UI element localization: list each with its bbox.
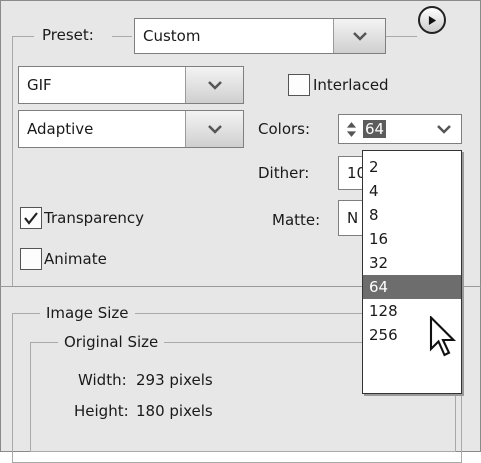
colors-field[interactable]: 64	[338, 114, 462, 144]
up-down-arrows-icon[interactable]	[339, 121, 363, 138]
preset-group-border	[12, 36, 34, 37]
checkmark-icon	[24, 212, 38, 225]
colors-label: Colors:	[258, 120, 311, 138]
width-label: Width:	[78, 371, 127, 389]
preset-select[interactable]: Custom	[134, 18, 386, 54]
file-format-value: GIF	[27, 76, 52, 94]
mouse-pointer-icon	[428, 314, 462, 360]
matte-label: Matte:	[272, 211, 321, 229]
interlaced-checkbox[interactable]	[288, 74, 310, 96]
chevron-down-icon[interactable]	[427, 115, 461, 143]
play-circle-icon[interactable]	[418, 6, 446, 34]
color-reduction-value: Adaptive	[27, 120, 94, 138]
animate-checkbox[interactable]	[20, 248, 42, 270]
original-size-title: Original Size	[58, 332, 165, 352]
preset-group-border-left	[12, 36, 13, 286]
transparency-checkbox[interactable]	[20, 207, 42, 229]
colors-option-64[interactable]: 64	[363, 275, 461, 299]
preset-value: Custom	[143, 27, 201, 45]
preset-label-line	[112, 36, 132, 37]
chevron-down-icon[interactable]	[333, 19, 385, 53]
colors-option-4[interactable]: 4	[363, 179, 461, 203]
width-value: 293 pixels	[136, 371, 213, 389]
colors-option-8[interactable]: 8	[363, 203, 461, 227]
chevron-down-icon[interactable]	[185, 111, 243, 147]
image-size-title: Image Size	[40, 303, 135, 323]
colors-option-16[interactable]: 16	[363, 227, 461, 251]
animate-label: Animate	[44, 250, 107, 268]
colors-option-32[interactable]: 32	[363, 251, 461, 275]
dither-label: Dither:	[258, 164, 310, 182]
height-label: Height:	[74, 402, 129, 420]
preset-label: Preset:	[42, 26, 94, 44]
transparency-label: Transparency	[44, 209, 145, 227]
height-value: 180 pixels	[136, 402, 213, 420]
colors-value[interactable]: 64	[363, 120, 387, 138]
color-reduction-select[interactable]: Adaptive	[18, 110, 244, 148]
interlaced-label: Interlaced	[313, 76, 389, 94]
colors-option-2[interactable]: 2	[363, 155, 461, 179]
chevron-down-icon[interactable]	[185, 67, 243, 103]
file-format-select[interactable]: GIF	[18, 66, 244, 104]
